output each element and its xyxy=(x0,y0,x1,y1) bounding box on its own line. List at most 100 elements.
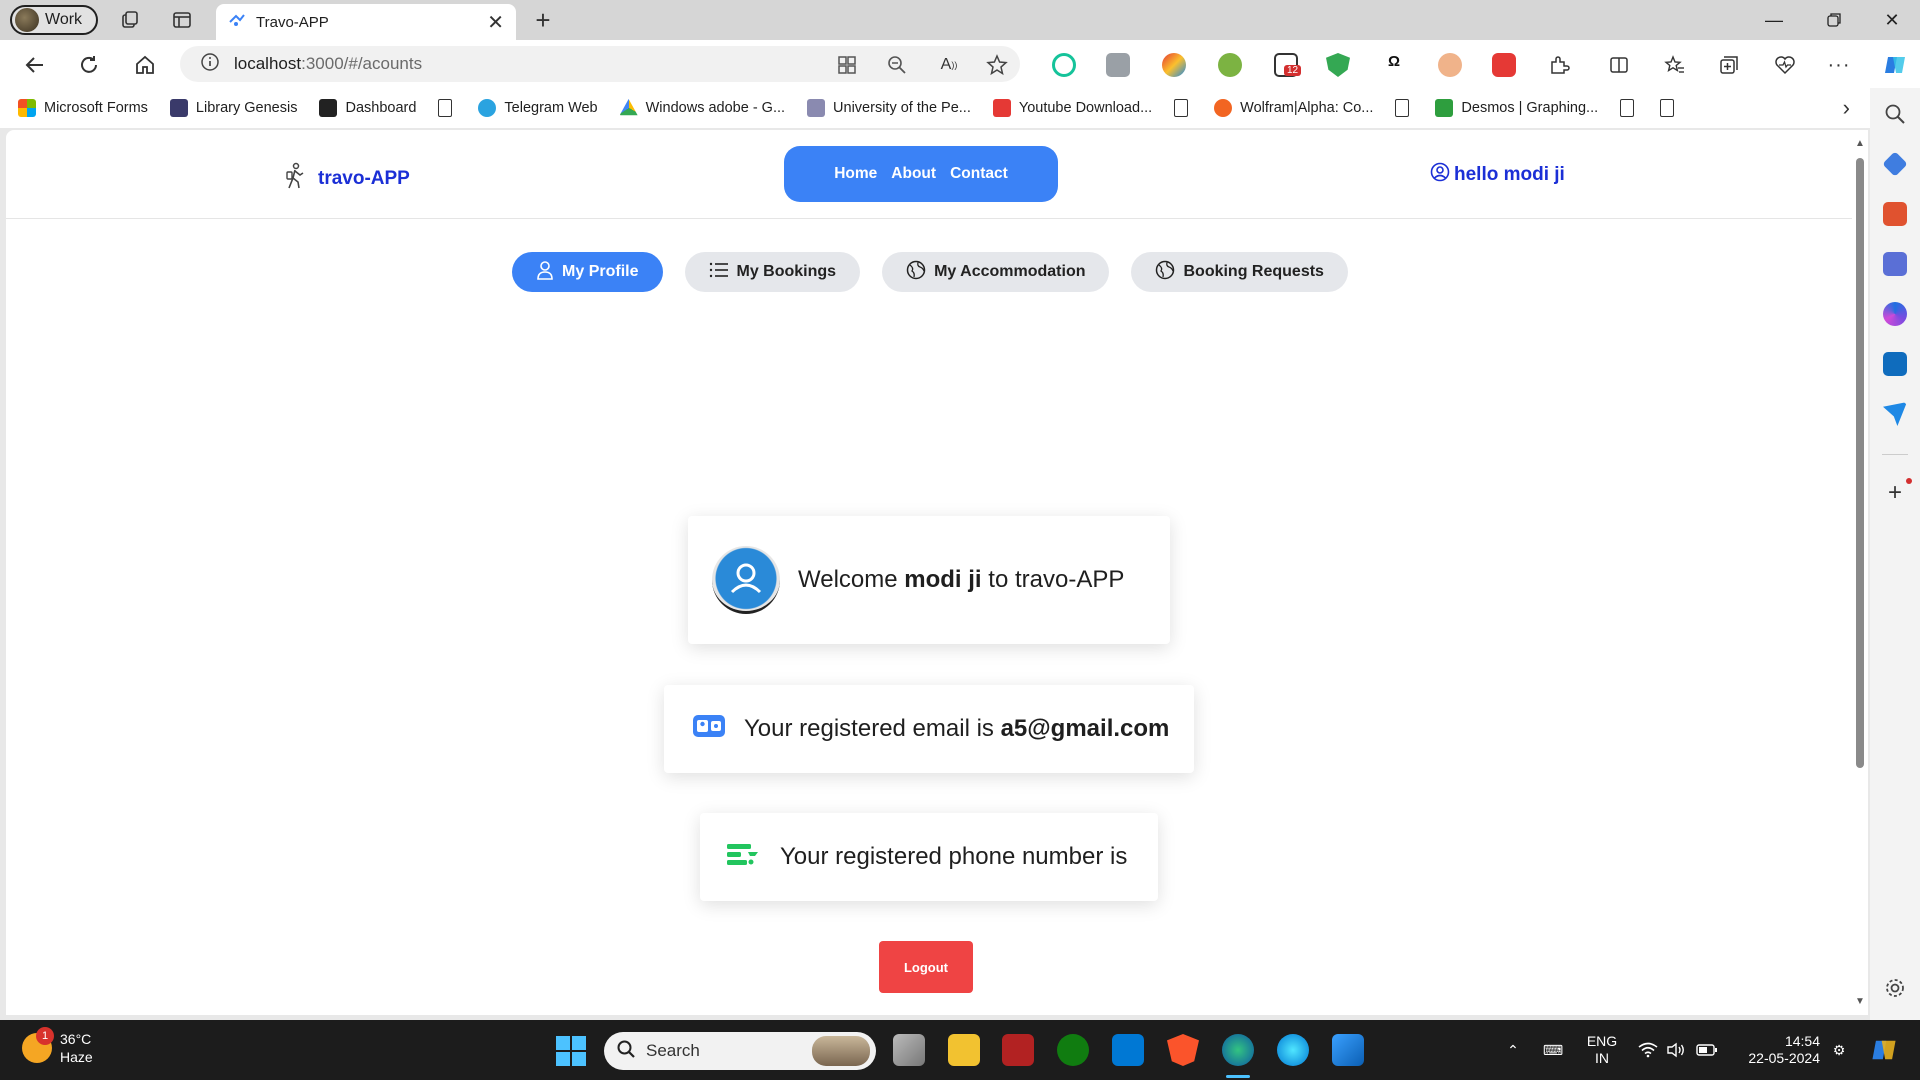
taskbar-app-red-icon[interactable] xyxy=(1002,1034,1034,1066)
copilot-taskbar-icon[interactable] xyxy=(1864,1020,1904,1080)
tab-label: My Accommodation xyxy=(934,263,1086,280)
sidebar-tools-briefcase-icon[interactable] xyxy=(1883,202,1907,226)
extension-face-icon[interactable] xyxy=(1438,53,1462,77)
bookmark-page-icon[interactable] xyxy=(1620,99,1635,117)
sidebar-shopping-tag-icon[interactable] xyxy=(1882,151,1908,177)
taskbar-edge-dev-icon[interactable] xyxy=(1277,1034,1309,1066)
back-icon[interactable] xyxy=(20,50,50,80)
sidebar-m365-icon[interactable] xyxy=(1883,302,1907,326)
nav-about-link[interactable]: About xyxy=(891,165,936,183)
extension-copy-icon[interactable] xyxy=(1106,53,1130,77)
tab-my-accommodation[interactable]: My Accommodation xyxy=(882,252,1110,292)
bookmark-university[interactable]: University of the Pe... xyxy=(807,99,971,117)
app-available-icon[interactable] xyxy=(832,50,862,80)
bookmark-label: Dashboard xyxy=(345,100,417,116)
site-info-icon[interactable] xyxy=(200,52,220,77)
sidebar-search-icon[interactable] xyxy=(1883,102,1907,126)
sidebar-add-icon[interactable]: + xyxy=(1883,481,1907,506)
taskbar-paint-icon[interactable] xyxy=(1332,1034,1364,1066)
bookmark-library-genesis[interactable]: Library Genesis xyxy=(169,99,297,117)
split-screen-icon[interactable] xyxy=(1604,50,1634,80)
profile-button[interactable]: Work xyxy=(10,5,98,35)
scroll-thumb[interactable] xyxy=(1856,158,1864,768)
bookmark-desmos[interactable]: Desmos | Graphing... xyxy=(1435,99,1598,117)
taskbar-vscode-icon[interactable] xyxy=(1112,1034,1144,1066)
user-icon xyxy=(536,260,554,285)
vertical-tabs-icon[interactable] xyxy=(170,8,194,32)
extension-shield-icon[interactable] xyxy=(1326,53,1350,77)
zoom-icon[interactable] xyxy=(882,50,912,80)
bookmark-page-icon[interactable] xyxy=(438,99,453,117)
tab-close-icon[interactable]: ✕ xyxy=(487,10,504,35)
grammarly-extension-icon[interactable] xyxy=(1052,53,1076,77)
nav-contact-link[interactable]: Contact xyxy=(950,165,1008,183)
bookmark-telegram-web[interactable]: Telegram Web xyxy=(478,99,598,117)
bookmark-page-icon[interactable] xyxy=(1660,99,1675,117)
restore-icon[interactable] xyxy=(1806,0,1862,40)
tab-booking-requests[interactable]: Booking Requests xyxy=(1131,252,1348,292)
taskbar-xbox-icon[interactable] xyxy=(1057,1034,1089,1066)
tab-my-profile[interactable]: My Profile xyxy=(512,252,663,292)
sidebar-settings-gear-icon[interactable] xyxy=(1883,976,1907,1000)
wifi-icon[interactable] xyxy=(1636,1020,1660,1080)
battery-icon[interactable] xyxy=(1694,1020,1720,1080)
user-account-link[interactable]: hello modi ji xyxy=(1430,162,1565,188)
minimize-icon[interactable]: — xyxy=(1746,0,1802,40)
favorite-star-icon[interactable] xyxy=(982,50,1012,80)
bookmark-microsoft-forms[interactable]: Microsoft Forms xyxy=(18,99,148,117)
workspaces-icon[interactable] xyxy=(118,8,142,32)
logout-button[interactable]: Logout xyxy=(879,941,973,993)
read-aloud-icon[interactable]: A)) xyxy=(934,50,964,80)
bookmark-page-icon[interactable] xyxy=(1395,99,1410,117)
bookmark-windows-adobe[interactable]: Windows adobe - G... xyxy=(619,99,786,117)
more-menu-icon[interactable]: ··· xyxy=(1824,50,1854,80)
page-scrollbar[interactable]: ▲ ▼ xyxy=(1852,130,1868,1015)
close-window-icon[interactable]: ✕ xyxy=(1864,0,1920,40)
taskbar-task-view-icon[interactable] xyxy=(893,1034,925,1066)
favorites-icon[interactable] xyxy=(1660,50,1690,80)
refresh-icon[interactable] xyxy=(74,50,104,80)
welcome-name: modi ji xyxy=(904,566,982,593)
bookmarks-overflow-chevron-icon[interactable]: › xyxy=(1843,95,1850,121)
copilot-icon[interactable] xyxy=(1880,50,1910,80)
sidebar-games-icon[interactable] xyxy=(1883,252,1907,276)
weather-widget[interactable]: 1 36°C Haze xyxy=(22,1027,93,1066)
extension-badge: 12 xyxy=(1284,65,1302,76)
touch-keyboard-icon[interactable]: ⌨ xyxy=(1538,1020,1568,1080)
sidebar-send-icon[interactable] xyxy=(1883,402,1907,426)
bookmark-dashboard[interactable]: Dashboard xyxy=(319,99,416,117)
volume-icon[interactable] xyxy=(1664,1020,1688,1080)
extension-omega-icon[interactable]: Ω xyxy=(1382,53,1406,77)
extensions-puzzle-icon[interactable] xyxy=(1544,50,1574,80)
extension-checklist-icon[interactable]: 12 xyxy=(1274,53,1302,77)
scroll-down-icon[interactable]: ▼ xyxy=(1855,996,1865,1007)
notification-settings-gear-icon[interactable]: ⚙ xyxy=(1826,1020,1852,1080)
scroll-up-icon[interactable]: ▲ xyxy=(1855,138,1865,149)
tab-travo-app[interactable]: Travo-APP ✕ xyxy=(216,4,516,40)
tray-overflow-chevron-icon[interactable]: ⌃ xyxy=(1500,1020,1526,1080)
brand-link[interactable]: travo-APP xyxy=(284,162,410,196)
bookmark-youtube-download[interactable]: Youtube Download... xyxy=(992,99,1152,117)
taskbar-brave-icon[interactable] xyxy=(1167,1034,1199,1066)
email-prefix: Your registered email is xyxy=(744,715,994,742)
weather-haze-icon: 1 xyxy=(22,1027,54,1063)
nav-home-link[interactable]: Home xyxy=(834,165,877,183)
language-indicator[interactable]: ENG IN xyxy=(1580,1020,1624,1080)
taskbar-edge-icon[interactable] xyxy=(1222,1034,1254,1066)
bookmark-page-icon[interactable] xyxy=(1174,99,1189,117)
taskbar-search[interactable]: Search xyxy=(604,1032,876,1070)
tab-my-bookings[interactable]: My Bookings xyxy=(684,252,861,292)
extension-youtube-icon[interactable] xyxy=(1492,53,1516,77)
taskbar-file-explorer-icon[interactable] xyxy=(948,1034,980,1066)
extension-brain-icon[interactable] xyxy=(1162,53,1186,77)
extension-plus-icon[interactable] xyxy=(1218,53,1242,77)
bookmark-wolfram-alpha[interactable]: Wolfram|Alpha: Co... xyxy=(1214,99,1373,117)
windows-start-icon[interactable] xyxy=(556,1036,586,1066)
bookmark-label: Windows adobe - G... xyxy=(645,100,786,116)
sidebar-outlook-icon[interactable] xyxy=(1883,352,1907,376)
clock[interactable]: 14:54 22-05-2024 xyxy=(1728,1020,1820,1080)
performance-heart-icon[interactable] xyxy=(1770,50,1800,80)
home-icon[interactable] xyxy=(130,50,160,80)
new-tab-icon[interactable]: + xyxy=(531,5,555,35)
collections-icon[interactable] xyxy=(1714,50,1744,80)
